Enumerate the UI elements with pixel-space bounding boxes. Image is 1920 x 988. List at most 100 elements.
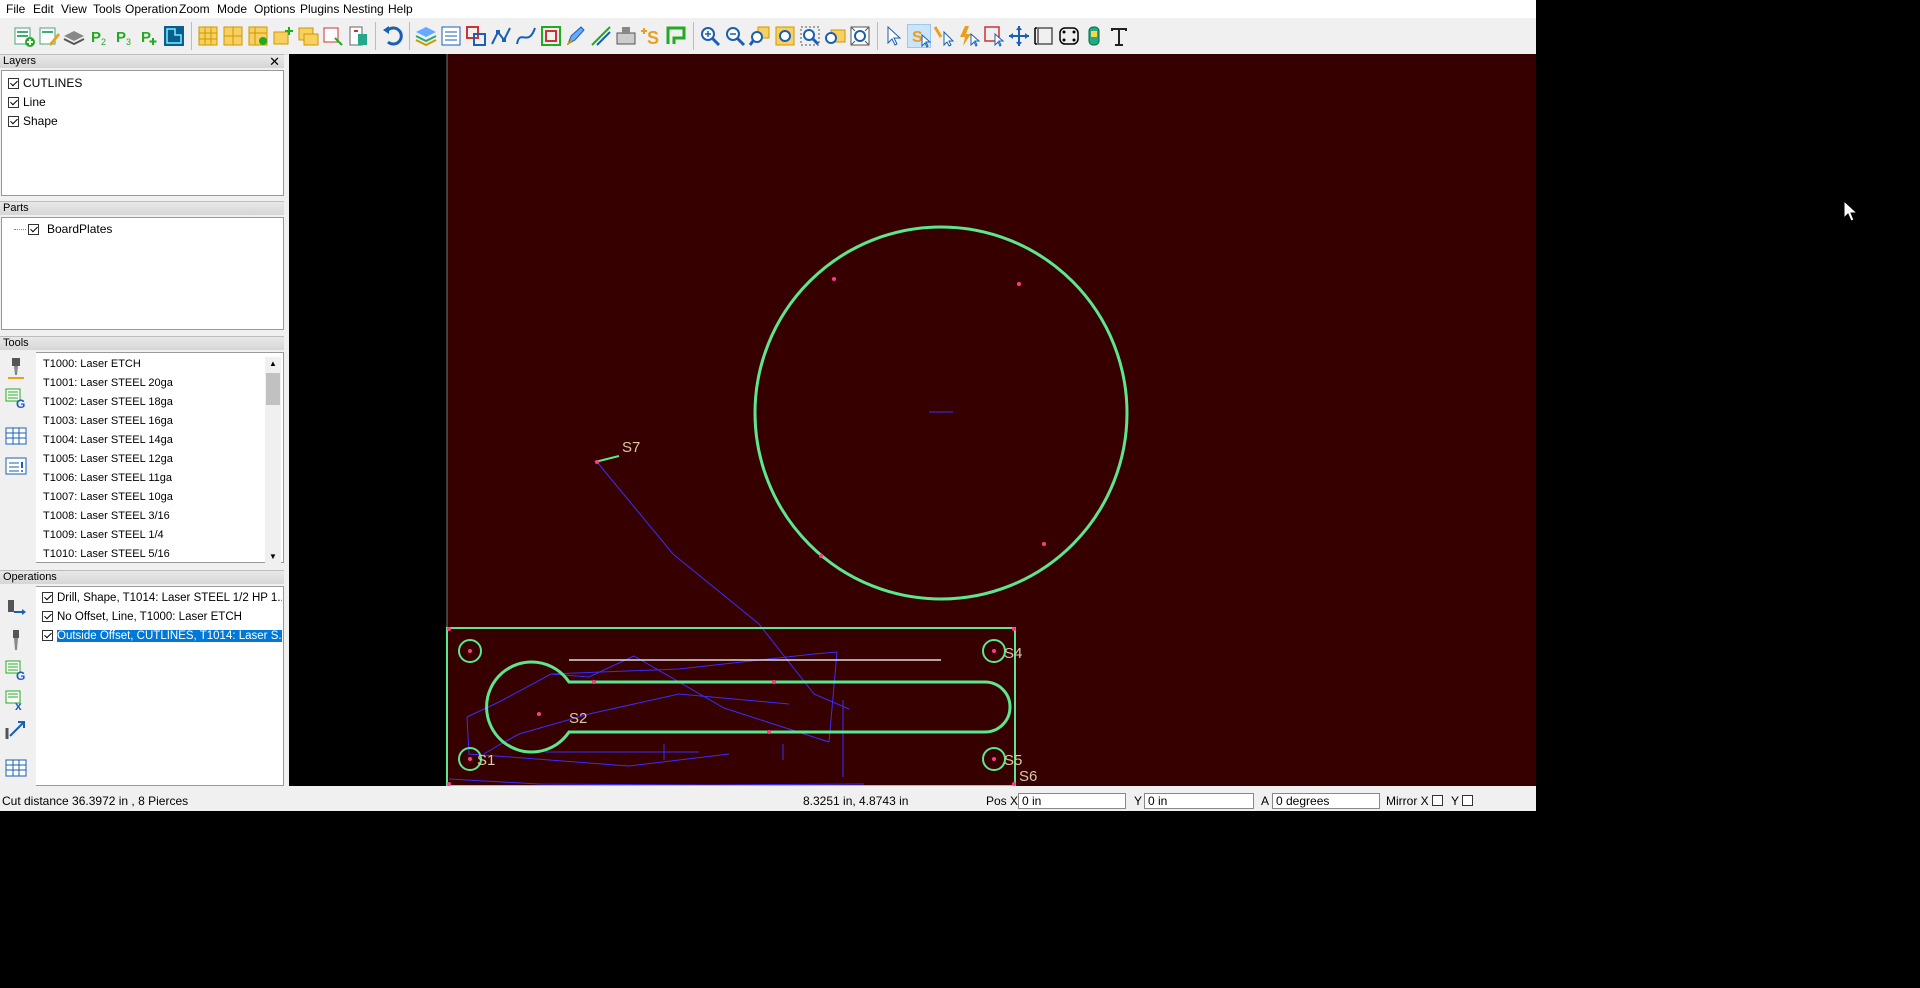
flash-select-icon[interactable]	[957, 24, 981, 48]
layers-stack-icon[interactable]	[62, 24, 86, 48]
operation-checkbox[interactable]	[42, 630, 53, 641]
menu-edit[interactable]: Edit	[33, 2, 54, 16]
tool-item[interactable]: T1007: Laser STEEL 10ga	[43, 491, 173, 503]
operation-item[interactable]: Drill, Shape, T1014: Laser STEEL 1/2 HP …	[42, 590, 282, 607]
undo-icon[interactable]	[380, 24, 404, 48]
operation-item-selected[interactable]: Outside Offset, CUTLINES, T1014: Laser S…	[42, 628, 282, 645]
p2-icon[interactable]: P2	[87, 24, 111, 48]
curve-icon[interactable]	[514, 24, 538, 48]
tool-item[interactable]: T1005: Laser STEEL 12ga	[43, 453, 173, 465]
pen-icon[interactable]	[564, 24, 588, 48]
menu-zoom[interactable]: Zoom	[179, 2, 210, 16]
menu-view[interactable]: View	[61, 2, 87, 16]
add-s-icon[interactable]: S	[639, 24, 663, 48]
op-table-icon[interactable]	[4, 756, 28, 780]
grid2-icon[interactable]	[221, 24, 245, 48]
p3-icon[interactable]: P3	[112, 24, 136, 48]
tool-item[interactable]: T1009: Laser STEEL 1/4	[43, 529, 164, 541]
scroll-down-icon[interactable]: ▼	[269, 552, 277, 561]
tool-item[interactable]: T1000: Laser ETCH	[43, 358, 141, 370]
zoom-extents-icon[interactable]	[848, 24, 872, 48]
op-drill-icon[interactable]	[4, 628, 28, 652]
zoom-in-icon[interactable]	[698, 24, 722, 48]
part-checkbox[interactable]	[28, 224, 39, 235]
offset-icon[interactable]	[539, 24, 563, 48]
angle-input[interactable]	[1272, 793, 1380, 809]
zoom-sel-icon[interactable]	[823, 24, 847, 48]
tools-scrollbar[interactable]: ▲ ▼	[265, 357, 281, 564]
tool-item[interactable]: T1008: Laser STEEL 3/16	[43, 510, 170, 522]
op-toolpath-icon[interactable]	[4, 718, 28, 742]
export-icon[interactable]	[346, 24, 370, 48]
menu-file[interactable]: File	[6, 2, 25, 16]
menu-plugins[interactable]: Plugins	[300, 2, 339, 16]
tool-item[interactable]: T1002: Laser STEEL 18ga	[43, 396, 173, 408]
pos-y-input[interactable]	[1144, 793, 1254, 809]
p-plus-icon[interactable]: P	[137, 24, 161, 48]
grid-icon[interactable]	[196, 24, 220, 48]
layer-checkbox[interactable]	[8, 116, 19, 127]
op-add-icon[interactable]	[4, 598, 28, 622]
op-excel-icon[interactable]: x	[4, 688, 28, 713]
layer-item-shape[interactable]: Shape	[8, 114, 58, 130]
zoom-window-icon[interactable]	[798, 24, 822, 48]
edit-icon[interactable]	[37, 24, 61, 48]
node-edit-icon[interactable]	[932, 24, 956, 48]
list-icon[interactable]	[439, 24, 463, 48]
tool-item[interactable]: T1001: Laser STEEL 20ga	[43, 377, 173, 389]
op-gcode-icon[interactable]: G	[4, 658, 28, 683]
tool-list-icon[interactable]	[4, 454, 28, 478]
grid3-icon[interactable]	[246, 24, 270, 48]
nest-icon[interactable]	[162, 24, 186, 48]
move-icon[interactable]	[1007, 24, 1031, 48]
mirror-y-checkbox[interactable]	[1462, 795, 1473, 806]
close-icon[interactable]: ✕	[269, 54, 280, 70]
measure-icon[interactable]	[1032, 24, 1056, 48]
layers-icon[interactable]	[414, 24, 438, 48]
select-s-icon[interactable]: S	[907, 24, 932, 48]
rounded-rect-icon[interactable]	[1057, 24, 1081, 48]
select-icon[interactable]	[882, 24, 906, 48]
new-icon[interactable]	[12, 24, 36, 48]
machine-icon[interactable]	[614, 24, 638, 48]
zoom-fit-icon[interactable]	[748, 24, 772, 48]
layer-checkbox[interactable]	[8, 78, 19, 89]
shapes-icon[interactable]	[464, 24, 488, 48]
zoom-out-icon[interactable]	[723, 24, 747, 48]
zoom-all-icon[interactable]	[773, 24, 797, 48]
scroll-up-icon[interactable]: ▲	[269, 359, 277, 368]
menu-help[interactable]: Help	[388, 2, 413, 16]
path-icon[interactable]	[664, 24, 688, 48]
menu-tools[interactable]: Tools	[93, 2, 121, 16]
text-icon[interactable]	[1107, 24, 1131, 48]
tool-drill-icon[interactable]	[4, 356, 28, 380]
tool-item[interactable]: T1003: Laser STEEL 16ga	[43, 415, 173, 427]
part-item-boardplates[interactable]: BoardPlates	[28, 222, 112, 238]
line-icon[interactable]	[589, 24, 613, 48]
rect-select-icon[interactable]	[982, 24, 1006, 48]
operation-checkbox[interactable]	[42, 611, 53, 622]
cylinder-icon[interactable]	[1082, 24, 1106, 48]
menu-options[interactable]: Options	[254, 2, 295, 16]
layer-checkbox[interactable]	[8, 97, 19, 108]
layer-item-cutlines[interactable]: CUTLINES	[8, 76, 82, 92]
tool-item[interactable]: T1004: Laser STEEL 14ga	[43, 434, 173, 446]
tool-table-icon[interactable]	[4, 424, 28, 448]
add-part-icon[interactable]	[271, 24, 295, 48]
menu-operation[interactable]: Operation	[125, 2, 178, 16]
scrollbar-thumb[interactable]	[266, 373, 280, 405]
operation-item[interactable]: No Offset, Line, T1000: Laser ETCH	[42, 609, 282, 626]
layer-item-line[interactable]: Line	[8, 95, 46, 111]
tool-item[interactable]: T1006: Laser STEEL 11ga	[43, 472, 172, 484]
operation-checkbox[interactable]	[42, 592, 53, 603]
menu-nesting[interactable]: Nesting	[343, 2, 384, 16]
mirror-x-checkbox[interactable]	[1432, 795, 1443, 806]
tool-gcode-icon[interactable]: G	[4, 386, 28, 411]
pos-x-input[interactable]	[1018, 793, 1126, 809]
tool-item[interactable]: T1010: Laser STEEL 5/16	[43, 548, 170, 560]
add-part2-icon[interactable]	[296, 24, 320, 48]
drawing-canvas[interactable]: S7 S2 S4 S1 S5 S6	[289, 54, 1536, 786]
add-part3-icon[interactable]	[321, 24, 345, 48]
nodes-icon[interactable]	[489, 24, 513, 48]
menu-mode[interactable]: Mode	[217, 2, 247, 16]
